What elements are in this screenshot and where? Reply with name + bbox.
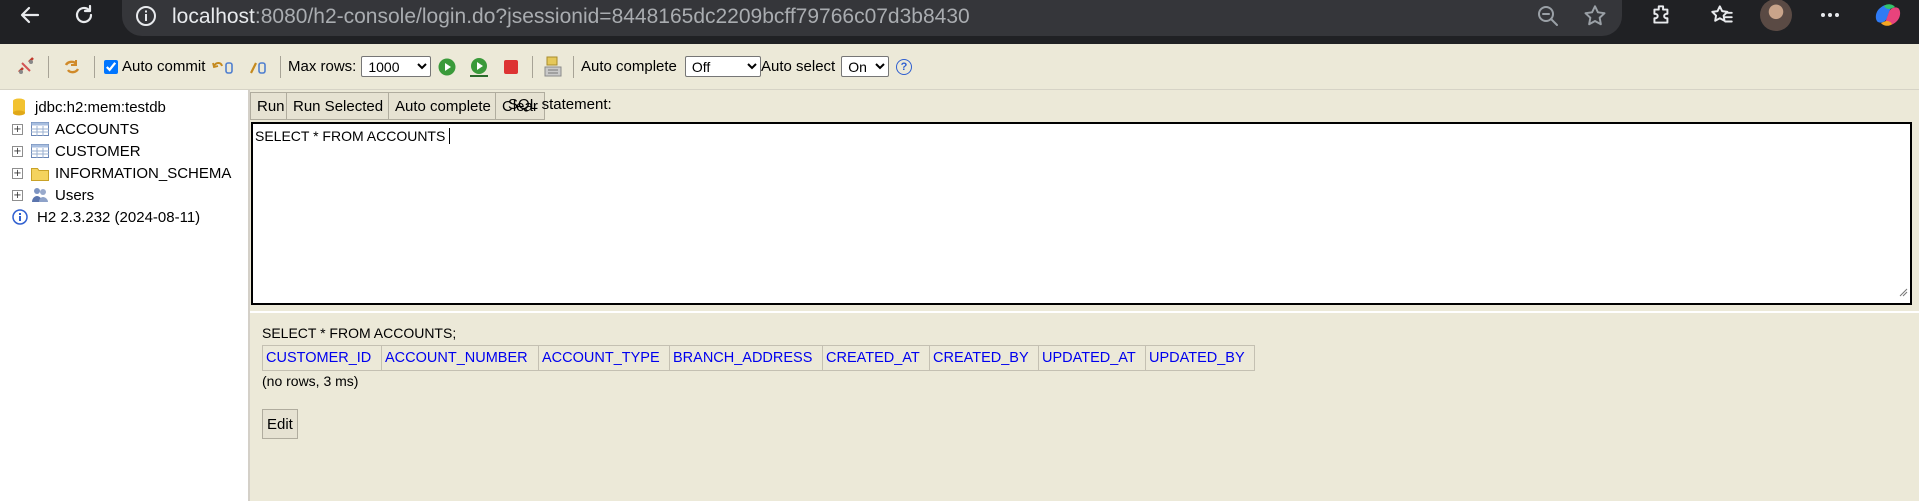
stop-icon[interactable] [502, 44, 520, 89]
tree-item-users[interactable]: + Users [12, 184, 94, 206]
tree-connection[interactable]: jdbc:h2:mem:testdb [12, 96, 166, 118]
tree-item-label: INFORMATION_SCHEMA [55, 164, 232, 182]
more-icon[interactable] [1812, 0, 1848, 30]
sql-statement-label: SQL statement: [508, 96, 612, 113]
history-icon[interactable] [542, 44, 564, 89]
result-panel: SELECT * FROM ACCOUNTS; CUSTOMER_ID ACCO… [250, 313, 1919, 501]
back-icon[interactable] [12, 0, 48, 30]
zoom-out-icon[interactable] [1536, 4, 1560, 32]
toolbar-separator [280, 56, 281, 78]
auto-complete-button[interactable]: Auto complete [388, 92, 498, 120]
table-icon [31, 144, 49, 158]
auto-commit-toggle[interactable]: Auto commit [104, 44, 205, 89]
auto-complete-control: Auto complete Off [581, 44, 761, 89]
sql-text: SELECT * FROM ACCOUNTS [255, 128, 451, 144]
extensions-icon[interactable] [1644, 0, 1680, 30]
tree-item-accounts[interactable]: + ACCOUNTS [12, 118, 139, 140]
run-selected-icon[interactable] [467, 44, 491, 89]
auto-commit-label: Auto commit [122, 58, 206, 75]
column-header[interactable]: CUSTOMER_ID [262, 345, 382, 371]
max-rows-control: Max rows: 1000 [288, 44, 432, 89]
help-icon[interactable]: ? [896, 44, 912, 89]
result-table: CUSTOMER_ID ACCOUNT_NUMBER ACCOUNT_TYPE … [262, 345, 1255, 371]
connection-label: jdbc:h2:mem:testdb [35, 98, 166, 116]
text-cursor [449, 128, 451, 144]
address-bar[interactable]: localhost:8080/h2-console/login.do?jsess… [122, 0, 1622, 36]
copilot-icon[interactable] [1868, 0, 1908, 30]
tree-item-label: CUSTOMER [55, 142, 141, 160]
refresh-icon[interactable] [66, 0, 102, 30]
tree-version: H2 2.3.232 (2024-08-11) [12, 206, 200, 228]
h2-toolbar: Auto commit Max rows: 1000 Auto complete… [0, 44, 1919, 90]
tree-item-label: ACCOUNTS [55, 120, 140, 138]
profile-avatar[interactable] [1758, 0, 1794, 31]
column-header[interactable]: UPDATED_AT [1038, 345, 1146, 371]
max-rows-select[interactable]: 1000 [361, 56, 432, 77]
commit-icon[interactable] [248, 44, 270, 89]
column-header[interactable]: ACCOUNT_TYPE [538, 345, 670, 371]
tree-item-information-schema[interactable]: + INFORMATION_SCHEMA [12, 162, 231, 184]
browser-chrome: localhost:8080/h2-console/login.do?jsess… [0, 0, 1919, 44]
toolbar-separator [573, 56, 574, 78]
toolbar-separator [532, 56, 533, 78]
rollback-icon[interactable] [212, 44, 234, 89]
expand-icon[interactable]: + [12, 123, 23, 135]
result-sql: SELECT * FROM ACCOUNTS; [262, 325, 457, 341]
auto-select-select[interactable]: On [841, 56, 890, 77]
disconnect-icon[interactable] [16, 44, 36, 89]
sql-editor[interactable]: SELECT * FROM ACCOUNTS [251, 122, 1912, 305]
result-status: (no rows, 3 ms) [262, 373, 359, 389]
tree-item-label: Users [55, 186, 95, 204]
users-icon [32, 188, 48, 202]
column-header[interactable]: BRANCH_ADDRESS [669, 345, 823, 371]
info-icon [12, 209, 28, 225]
edit-button[interactable]: Edit [262, 409, 298, 439]
refresh-tree-icon[interactable] [62, 44, 82, 89]
query-panel: Run Run Selected Auto complete Clear SQL… [250, 90, 1919, 311]
result-header-row: CUSTOMER_ID ACCOUNT_NUMBER ACCOUNT_TYPE … [262, 345, 1255, 371]
column-header[interactable]: UPDATED_BY [1145, 345, 1255, 371]
max-rows-label: Max rows: [288, 58, 357, 75]
star-icon[interactable] [1582, 3, 1608, 33]
toolbar-separator [48, 56, 49, 78]
run-selected-button[interactable]: Run Selected [286, 92, 391, 120]
auto-select-control: Auto select On [761, 44, 890, 89]
expand-icon[interactable]: + [12, 145, 23, 157]
toolbar-separator [94, 56, 95, 78]
resize-handle-icon[interactable] [1898, 284, 1908, 301]
schema-tree: jdbc:h2:mem:testdb + ACCOUNTS + CUSTOMER… [0, 90, 250, 501]
column-header[interactable]: CREATED_AT [822, 345, 930, 371]
sql-text-value: SELECT * FROM ACCOUNTS [255, 128, 446, 144]
version-label: H2 2.3.232 (2024-08-11) [37, 208, 201, 226]
help-glyph: ? [896, 58, 912, 75]
auto-complete-label: Auto complete [581, 58, 677, 75]
tree-item-customer[interactable]: + CUSTOMER [12, 140, 141, 162]
expand-icon[interactable]: + [12, 167, 23, 179]
site-info-icon[interactable] [134, 4, 158, 32]
column-header[interactable]: ACCOUNT_NUMBER [381, 345, 539, 371]
url-host: localhost [172, 5, 255, 28]
table-icon [31, 122, 49, 136]
auto-commit-checkbox[interactable] [104, 59, 118, 74]
auto-complete-select[interactable]: Off [684, 56, 761, 77]
auto-select-label: Auto select [761, 58, 836, 75]
expand-icon[interactable]: + [12, 189, 23, 201]
url-path: :8080/h2-console/login.do?jsessionid=844… [254, 5, 970, 28]
run-icon[interactable] [437, 44, 457, 89]
column-header[interactable]: CREATED_BY [929, 345, 1039, 371]
url-text[interactable]: localhost:8080/h2-console/login.do?jsess… [172, 5, 970, 29]
folder-icon [31, 167, 49, 181]
favorites-icon[interactable] [1704, 0, 1740, 30]
